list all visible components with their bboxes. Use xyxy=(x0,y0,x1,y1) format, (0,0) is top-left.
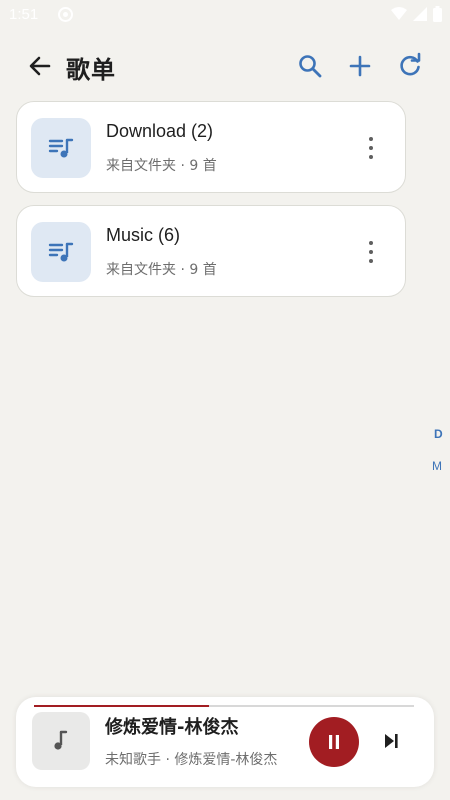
playlist-icon xyxy=(48,138,74,158)
refresh-icon xyxy=(400,52,421,76)
playlist-title: Music (6) xyxy=(106,225,181,245)
song-title: 修炼爱情-林俊杰 xyxy=(105,717,239,738)
arrow-left-icon xyxy=(29,56,51,76)
playlist-title: Download (2) xyxy=(106,121,214,141)
playlist-subtitle: 来自文件夹 · 9 首 xyxy=(106,158,217,174)
playlist-subtitle: 来自文件夹 · 9 首 xyxy=(106,262,217,278)
playlist-thumbnail xyxy=(31,118,91,178)
skip-next-icon xyxy=(385,734,398,748)
search-icon xyxy=(299,55,322,78)
refresh-button[interactable] xyxy=(396,52,424,80)
playback-progress-fill xyxy=(34,705,209,707)
wifi-icon xyxy=(391,7,407,20)
playlist-thumbnail xyxy=(31,222,91,282)
status-bar: 1:51 xyxy=(0,0,450,32)
playlist-card-download[interactable]: Download (2) 来自文件夹 · 9 首 xyxy=(16,101,406,193)
playlist-card-music[interactable]: Music (6) 来自文件夹 · 9 首 xyxy=(16,205,406,297)
index-letter-d[interactable]: D xyxy=(434,427,443,441)
plus-icon xyxy=(349,55,371,77)
app-bar: 歌单 xyxy=(0,40,450,92)
skip-next-button[interactable] xyxy=(380,729,404,753)
page-title: 歌单 xyxy=(66,56,116,84)
pause-icon xyxy=(329,735,339,749)
more-vert-icon[interactable] xyxy=(361,134,381,162)
index-letter-m[interactable]: M xyxy=(432,459,442,473)
music-note-icon xyxy=(54,730,68,750)
search-button[interactable] xyxy=(296,52,324,80)
playlist-icon xyxy=(48,242,74,262)
battery-icon xyxy=(433,6,442,22)
status-icons xyxy=(391,6,442,22)
status-time: 1:51 xyxy=(9,6,39,23)
signal-icon xyxy=(413,7,427,21)
add-playlist-button[interactable] xyxy=(346,52,374,80)
more-vert-icon[interactable] xyxy=(361,238,381,266)
album-art xyxy=(32,712,90,770)
song-subtitle: 未知歌手 · 修炼爱情-林俊杰 xyxy=(105,752,278,768)
playback-progress-bar[interactable] xyxy=(34,705,414,707)
media-icon xyxy=(58,7,73,22)
back-button[interactable] xyxy=(26,52,54,80)
mini-player[interactable]: 修炼爱情-林俊杰 未知歌手 · 修炼爱情-林俊杰 xyxy=(16,697,434,787)
pause-button[interactable] xyxy=(309,717,359,767)
